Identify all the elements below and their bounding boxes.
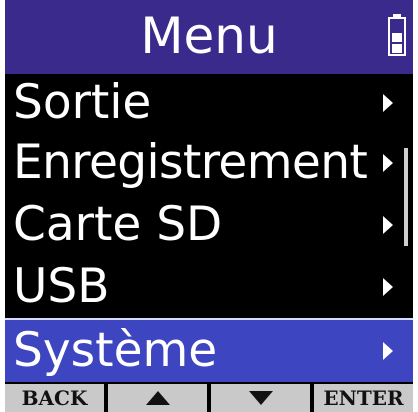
menu-list: Sortie Enregistrement Carte SD USB Systè… (5, 74, 413, 382)
chevron-right-icon (383, 278, 393, 296)
menu-item-label: Sortie (13, 75, 152, 130)
triangle-up-icon (146, 391, 170, 405)
menu-header: Menu (5, 0, 413, 74)
page-title: Menu (140, 7, 278, 65)
menu-item-systeme[interactable]: Système (5, 318, 413, 382)
menu-item-label: Carte SD (13, 197, 223, 252)
menu-item-label: Système (13, 323, 218, 378)
menu-item-label: USB (13, 259, 110, 314)
up-button[interactable] (108, 384, 207, 412)
menu-item-enregistrement[interactable]: Enregistrement (5, 134, 397, 192)
scrollbar[interactable] (404, 148, 408, 246)
menu-item-sortie[interactable]: Sortie (5, 74, 397, 132)
chevron-right-icon (383, 94, 393, 112)
enter-button[interactable]: ENTER (314, 384, 413, 412)
menu-item-carte-sd[interactable]: Carte SD (5, 196, 397, 254)
down-button[interactable] (211, 384, 310, 412)
menu-item-usb[interactable]: USB (5, 258, 397, 316)
menu-item-label: Enregistrement (13, 135, 368, 190)
device-screen: Menu Sortie Enregistrement Carte SD USB … (5, 0, 413, 412)
chevron-right-icon (383, 216, 393, 234)
back-button[interactable]: BACK (5, 384, 104, 412)
button-bar: BACK ENTER (5, 384, 413, 412)
chevron-right-icon (383, 154, 393, 172)
chevron-right-icon (383, 342, 393, 360)
battery-icon (388, 14, 406, 56)
triangle-down-icon (249, 391, 273, 405)
